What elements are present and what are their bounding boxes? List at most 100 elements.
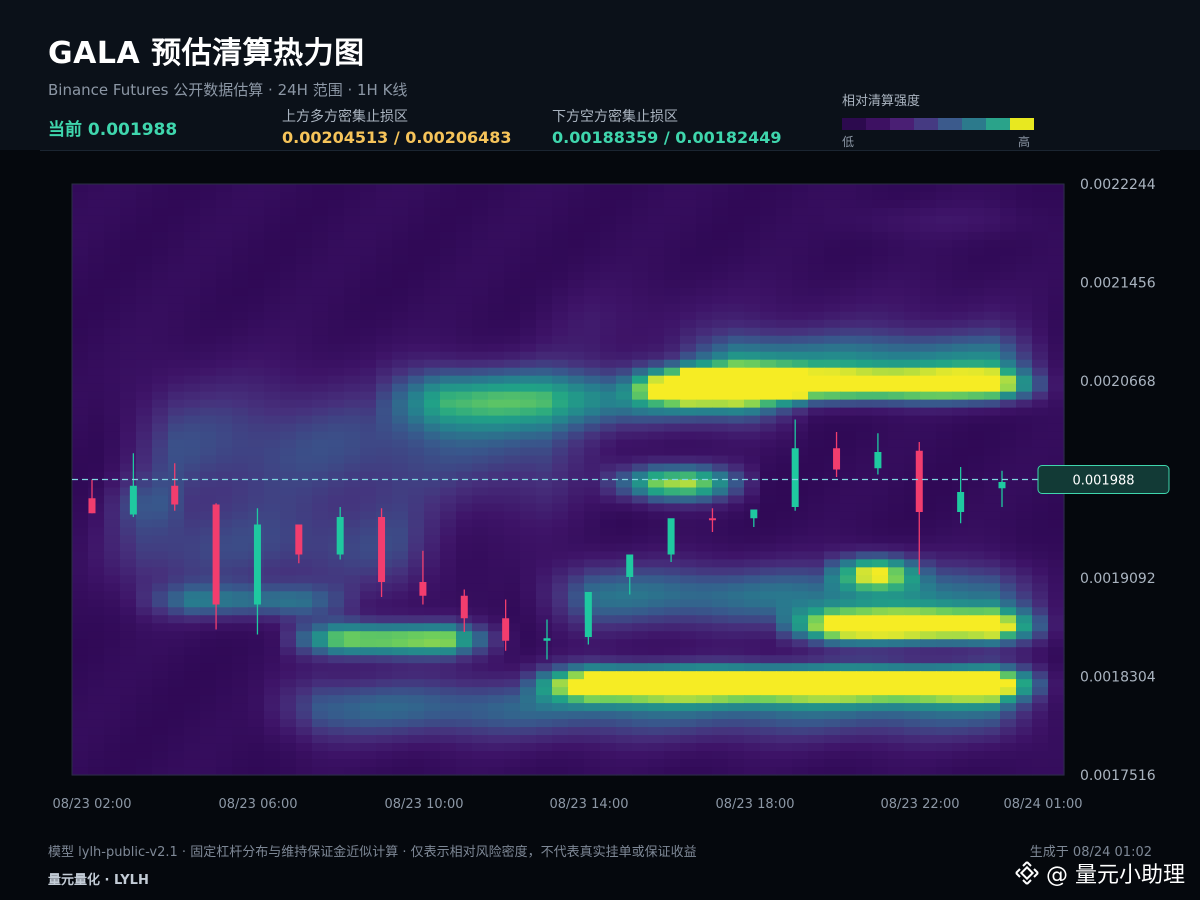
heatmap-cell <box>328 223 345 233</box>
heatmap-cell <box>344 303 361 313</box>
heatmap-cell <box>856 671 873 680</box>
heatmap-cell <box>696 687 713 696</box>
heatmap-cell <box>888 743 905 752</box>
heatmap-cell <box>280 631 297 640</box>
heatmap-cell <box>184 191 201 201</box>
heatmap-cell <box>72 191 89 201</box>
heatmap-cell <box>872 703 889 712</box>
heatmap-cell <box>456 287 473 297</box>
heatmap-cell <box>344 207 361 217</box>
heatmap-cell <box>744 551 761 560</box>
heatmap-cell <box>184 431 201 441</box>
heatmap-cell <box>760 767 777 776</box>
heatmap-cell <box>776 455 793 465</box>
heatmap-cell <box>776 447 793 457</box>
heatmap-cell <box>1048 239 1065 249</box>
heatmap-cell <box>632 759 649 768</box>
heatmap-cell <box>520 239 537 249</box>
heatmap-cell <box>1016 735 1033 744</box>
heatmap-cell <box>184 351 201 361</box>
heatmap-cell <box>632 735 649 744</box>
heatmap-cell <box>952 319 969 329</box>
heatmap-cell <box>72 311 89 321</box>
heatmap-cell <box>696 703 713 712</box>
heatmap-cell <box>536 663 553 672</box>
heatmap-cell <box>520 575 537 584</box>
heatmap-cell <box>600 407 617 417</box>
heatmap-cell <box>744 519 761 529</box>
heatmap-cell <box>472 503 489 513</box>
heatmap-cell <box>888 511 905 521</box>
heatmap-cell <box>376 319 393 329</box>
heatmap-cell <box>872 223 889 233</box>
heatmap-cell <box>376 727 393 736</box>
heatmap-cell <box>840 463 857 473</box>
heatmap-cell <box>856 527 873 537</box>
heatmap-cell <box>616 687 633 696</box>
heatmap-cell <box>664 687 681 696</box>
heatmap-cell <box>568 751 585 760</box>
heatmap-cell <box>424 215 441 225</box>
heatmap-cell <box>248 607 265 616</box>
heatmap-cell <box>376 687 393 696</box>
heatmap-cell <box>856 631 873 640</box>
heatmap-cell <box>1048 567 1065 576</box>
heatmap-cell <box>808 439 825 449</box>
heatmap-cell <box>184 343 201 353</box>
heatmap-cell <box>152 535 169 544</box>
heatmap-cell <box>824 639 841 648</box>
heatmap-cell <box>456 407 473 417</box>
heatmap-cell <box>936 487 953 497</box>
heatmap-cell <box>872 751 889 760</box>
heatmap-cell <box>920 511 937 521</box>
heatmap-cell <box>760 295 777 305</box>
heatmap-cell <box>536 479 553 489</box>
heatmap-cell <box>408 567 425 576</box>
heatmap-cell <box>904 743 921 752</box>
heatmap-cell <box>472 247 489 257</box>
heatmap-cell <box>200 359 217 369</box>
heatmap-cell <box>456 327 473 337</box>
heatmap-cell <box>296 663 313 672</box>
heatmap-cell <box>392 375 409 385</box>
heatmap-cell <box>536 703 553 712</box>
heatmap-cell <box>152 407 169 417</box>
heatmap-cell <box>744 255 761 265</box>
heatmap-cell <box>744 431 761 441</box>
heatmap-cell <box>456 511 473 521</box>
heatmap-cell <box>1000 559 1017 568</box>
heatmap-cell <box>808 679 825 688</box>
heatmap-cell <box>1000 255 1017 265</box>
heatmap-cell <box>168 367 185 377</box>
heatmap-cell <box>552 287 569 297</box>
heatmap-cell <box>88 311 105 321</box>
heatmap-cell <box>968 703 985 712</box>
heatmap-cell <box>872 255 889 265</box>
heatmap-cell <box>392 703 409 712</box>
heatmap-cell <box>216 207 233 217</box>
heatmap-cell <box>776 703 793 712</box>
heatmap-cell <box>904 255 921 265</box>
heatmap-cell <box>488 407 505 417</box>
heatmap-cell <box>1000 391 1017 401</box>
heatmap-cell <box>360 471 377 481</box>
heatmap-cell <box>472 711 489 720</box>
heatmap-cell <box>888 271 905 281</box>
heatmap-cell <box>360 407 377 417</box>
heatmap-cell <box>344 639 361 648</box>
heatmap-cell <box>568 239 585 249</box>
heatmap-cell <box>488 735 505 744</box>
heatmap-cell <box>472 583 489 592</box>
heatmap-cell <box>1000 663 1017 672</box>
heatmap-cell <box>72 223 89 233</box>
heatmap-cell <box>648 407 665 417</box>
heatmap-cell <box>1032 687 1049 696</box>
heatmap-cell <box>952 359 969 369</box>
heatmap-cell <box>440 743 457 752</box>
heatmap-cell <box>1048 639 1065 648</box>
heatmap-cell <box>600 399 617 409</box>
heatmap-cell <box>872 551 889 560</box>
heatmap-cell <box>104 511 121 521</box>
heatmap-cell <box>872 655 889 664</box>
candle-body <box>129 485 137 515</box>
